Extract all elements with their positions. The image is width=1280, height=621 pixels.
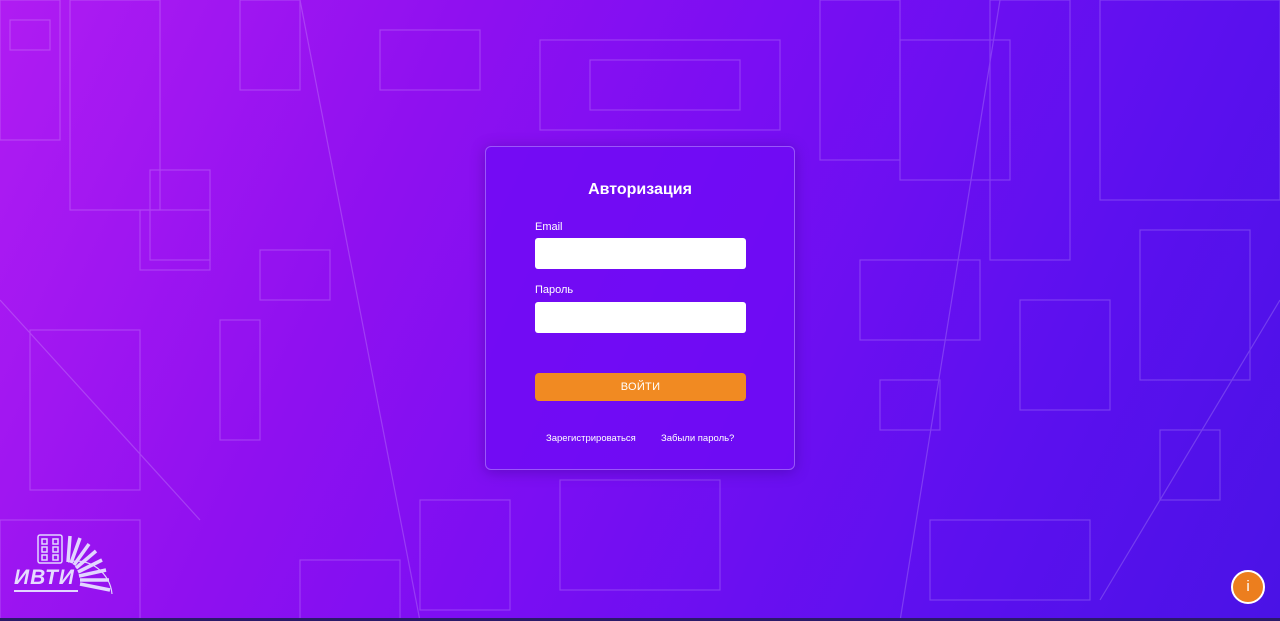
register-link[interactable]: Зарегистрироваться bbox=[546, 433, 636, 444]
password-field[interactable] bbox=[535, 302, 746, 333]
login-button[interactable]: Войти bbox=[535, 373, 746, 401]
password-label: Пароль bbox=[535, 284, 574, 296]
info-button[interactable]: i bbox=[1231, 570, 1265, 604]
ivti-logo-text: ИВТИ bbox=[14, 566, 75, 589]
login-title: Авторизация bbox=[588, 181, 692, 198]
login-card: Авторизация Email Пароль Войти Зарегистр… bbox=[485, 146, 795, 470]
logo-underline bbox=[14, 590, 78, 592]
email-field[interactable] bbox=[535, 238, 746, 269]
ivti-logo: ИВТИ bbox=[12, 532, 116, 598]
forgot-password-link[interactable]: Забыли пароль? bbox=[661, 433, 734, 444]
info-icon: i bbox=[1246, 578, 1250, 595]
email-label: Email bbox=[535, 221, 563, 233]
